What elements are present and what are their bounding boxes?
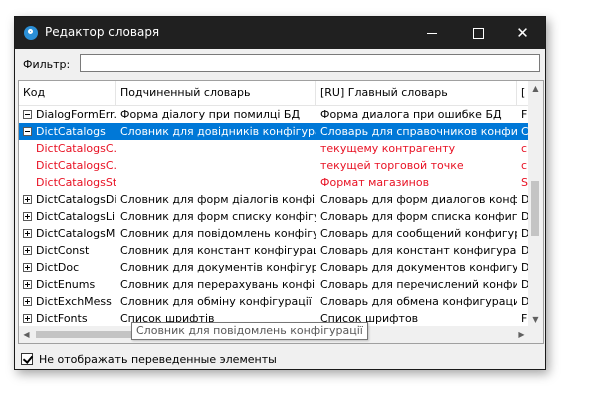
cell-sub-dictionary: Словник для форм діалогів конфіг... (120, 193, 316, 206)
cell-sub-dictionary: Словник для документів конфігур... (120, 261, 316, 274)
expand-icon[interactable] (23, 297, 32, 306)
window-title: Редактор словаря (45, 25, 160, 39)
cell-main-dictionary: текущему контрагенту (320, 142, 456, 155)
cell-code: DialogFormErr... (19, 106, 116, 123)
table-row[interactable]: DictCatalogsDi... Словник для форм діалог… (19, 191, 529, 208)
cell-main-dictionary: Словарь для справочников конфиг... (316, 123, 517, 140)
table-row[interactable]: DictCatalogsC... текущему контрагенту c (19, 140, 529, 157)
cell-main-dictionary: Словарь для сообщений конфигур... (320, 227, 517, 240)
expand-icon[interactable] (23, 195, 32, 204)
cell-code: DictCatalogsM... (19, 225, 116, 242)
filter-label: Фильтр: (23, 58, 71, 71)
cell-main-dictionary: Словарь для перечислений конфиг... (320, 278, 517, 291)
expand-icon[interactable] (23, 246, 32, 255)
cell-main-dictionary: Словарь для форм диалогов конф... (320, 193, 517, 206)
cell-main-dictionary: Словарь для форм списка конфиг... (320, 210, 517, 223)
vertical-scrollbar[interactable]: ▲ ▼ (528, 81, 543, 327)
table-row[interactable]: DictCatalogsLi... Словник для форм списку… (19, 208, 529, 225)
cell-code: DictCatalogs (19, 123, 116, 140)
expand-icon[interactable] (23, 280, 32, 289)
cell-code: DictEnums (19, 276, 116, 293)
table-row[interactable]: DictCatalogsM... Словник для повідомлень … (19, 225, 529, 242)
cell-sub-dictionary: Словник для перерахувань конфігу... (120, 278, 316, 291)
cell-sub-dictionary (116, 140, 316, 157)
cell-sub-dictionary: Словник для повідомлень конфігу... (120, 227, 316, 240)
cell-sub-dictionary: Форма діалогу при помилці БД (120, 108, 301, 121)
title-bar[interactable]: Редактор словаря ✕ (15, 17, 545, 49)
close-icon: ✕ (516, 24, 529, 42)
cell-code: DictCatalogsC... (36, 159, 116, 172)
cell-code: DictFonts (19, 310, 116, 327)
cell-code: DictCatalogsC... (36, 142, 116, 155)
expand-icon[interactable] (23, 229, 32, 238)
app-icon (24, 26, 38, 40)
table-row[interactable]: DictEnums Словник для перерахувань конфіг… (19, 276, 529, 293)
cell-code: DictCatalogsLi... (19, 208, 116, 225)
cell-main-dictionary: Словарь для констант конфигурации (320, 244, 517, 257)
cell-sub-dictionary: Словник для довідників конфігурації (116, 123, 316, 140)
maximize-icon (473, 28, 484, 39)
close-button[interactable]: ✕ (500, 17, 545, 49)
cell-main-dictionary: текущей торговой точке (320, 159, 464, 172)
scrollbar-corner (528, 326, 543, 343)
maximize-button[interactable] (455, 17, 500, 49)
cell-sub-dictionary: Словник для обміну конфігурації (120, 295, 312, 308)
expand-icon[interactable] (23, 314, 32, 323)
collapse-icon[interactable] (23, 110, 32, 119)
checkmark-icon (22, 353, 34, 364)
column-header-sub-dictionary[interactable]: Подчиненный словарь (116, 81, 316, 105)
table-row[interactable]: DictExchMess Словник для обміну конфігура… (19, 293, 529, 310)
scroll-left-icon[interactable]: ◀ (19, 326, 34, 343)
table-row[interactable]: DictConst Словник для констант конфігурац… (19, 242, 529, 259)
table-row[interactable]: DialogFormErr... Форма діалогу при помилц… (19, 106, 529, 123)
dictionary-grid[interactable]: Код Подчиненный словарь [RU] Главный сло… (18, 80, 544, 344)
column-header-code[interactable]: Код (19, 81, 116, 105)
expand-icon[interactable] (23, 212, 32, 221)
cell-main-dictionary: Форма диалога при ошибке БД (320, 108, 502, 121)
minimize-button[interactable] (410, 17, 455, 49)
table-row[interactable]: DictCatalogsC... текущей торговой точке c (19, 157, 529, 174)
cell-code: DictConst (19, 242, 116, 259)
dictionary-editor-window: Редактор словаря ✕ Фильтр: Код Подчиненн… (14, 16, 546, 370)
cell-code: DictCatalogsDi... (19, 191, 116, 208)
table-row[interactable]: DictDoc Словник для документів конфігур..… (19, 259, 529, 276)
cell-code: DictExchMess (19, 293, 116, 310)
cell-main-dictionary: Формат магазинов (320, 176, 430, 189)
scroll-up-icon[interactable]: ▲ (528, 81, 543, 96)
cell-sub-dictionary (116, 174, 316, 191)
scroll-right-icon[interactable]: ▶ (514, 326, 529, 343)
cell-code: DictCatalogsSt... (36, 176, 116, 189)
vertical-scroll-thumb[interactable] (531, 181, 539, 236)
table-row[interactable]: DictCatalogs Словник для довідників конфі… (19, 123, 537, 140)
filter-input[interactable] (80, 54, 540, 72)
tooltip: Словник для повідомлень конфігурації (131, 322, 368, 340)
cell-sub-dictionary: Словник для констант конфігурації (120, 244, 316, 257)
cell-code: DictDoc (19, 259, 116, 276)
cell-main-dictionary: Словарь для документов конфигур... (320, 261, 517, 274)
cell-sub-dictionary: Словник для форм списку конфігу... (120, 210, 316, 223)
table-row[interactable]: DictCatalogsSt...Формат магазиновS (19, 174, 529, 191)
hide-translated-label: Не отображать переведенные элементы (39, 353, 277, 366)
cell-sub-dictionary (116, 157, 316, 174)
scroll-down-icon[interactable]: ▼ (528, 312, 543, 327)
grid-header: Код Подчиненный словарь [RU] Главный сло… (19, 81, 537, 106)
collapse-icon[interactable] (23, 127, 32, 136)
column-header-main-dictionary[interactable]: [RU] Главный словарь (316, 81, 517, 105)
minimize-icon (427, 33, 437, 34)
hide-translated-checkbox[interactable] (21, 353, 34, 365)
cell-main-dictionary: Словарь для обмена конфигурации (320, 295, 517, 308)
expand-icon[interactable] (23, 263, 32, 272)
